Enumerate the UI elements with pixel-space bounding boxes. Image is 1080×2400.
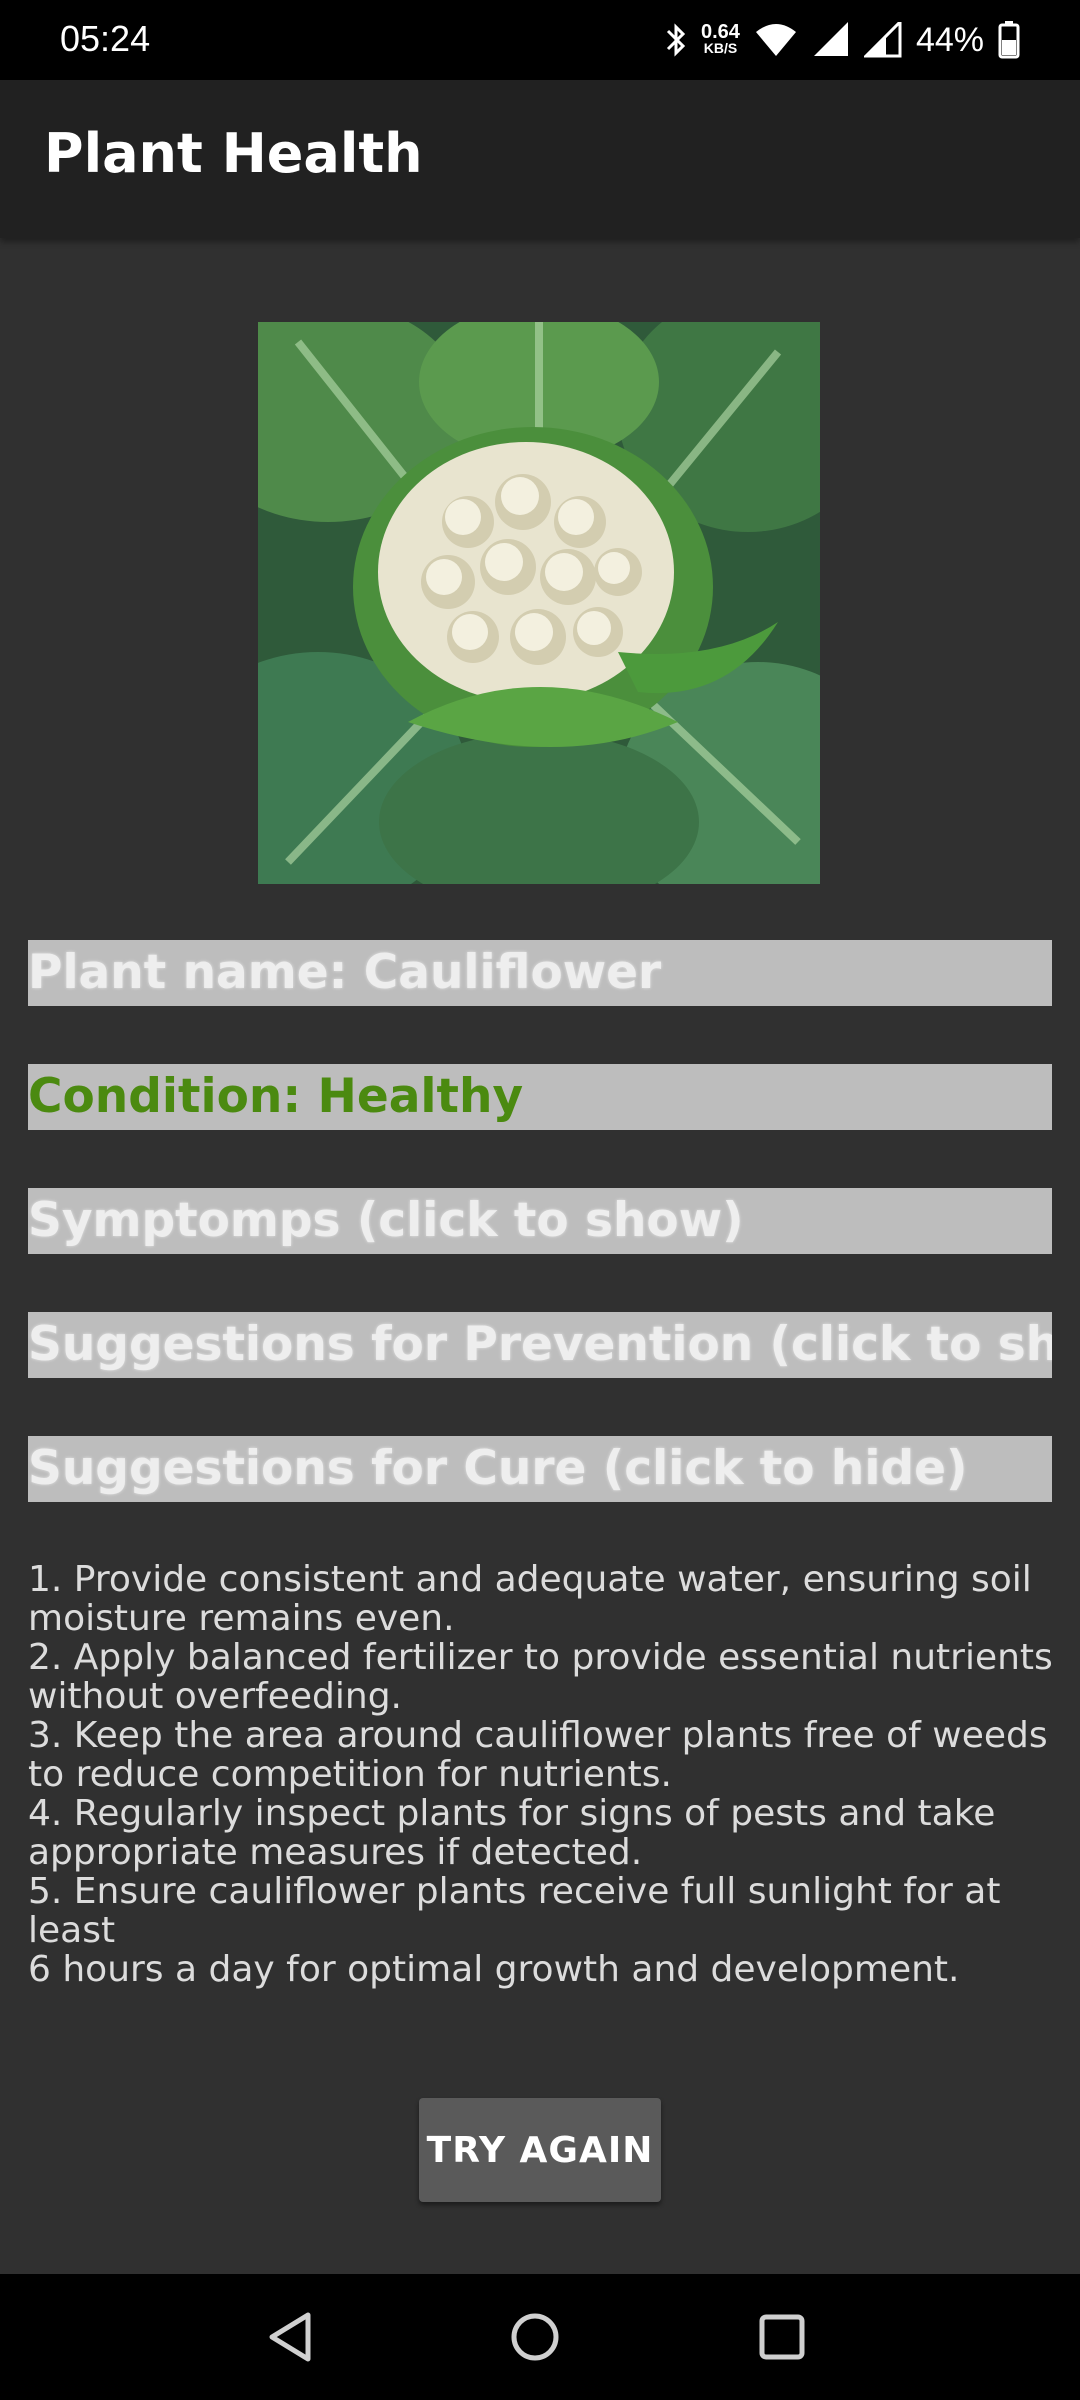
app-bar: Plant Health (0, 80, 1080, 238)
home-icon[interactable] (505, 2307, 565, 2367)
battery-icon (998, 21, 1020, 59)
condition-value: Healthy (317, 1069, 524, 1124)
network-speed-value: 0.64 (701, 21, 740, 43)
status-icons: 0.64 KB/S 44% (665, 14, 1020, 66)
signal-icon (813, 22, 848, 56)
status-time: 05:24 (60, 18, 151, 59)
condition-field: Condition: Healthy (28, 1064, 1052, 1130)
plant-name-field: Plant name: Cauliflower (28, 940, 1052, 1006)
prevention-toggle[interactable]: Suggestions for Prevention (click to sho… (28, 1312, 1052, 1378)
symptoms-toggle[interactable]: Symptomps (click to show) (28, 1188, 1052, 1254)
page-title: Plant Health (44, 122, 423, 185)
network-speed: 0.64 KB/S (701, 21, 740, 56)
back-icon[interactable] (260, 2307, 320, 2367)
plant-name-label: Plant name: (28, 945, 364, 1000)
bluetooth-icon (666, 23, 686, 57)
plant-photo (258, 322, 820, 884)
network-speed-unit: KB/S (703, 40, 738, 56)
try-again-button[interactable]: TRY AGAIN (419, 2098, 661, 2202)
condition-label: Condition: (28, 1069, 318, 1124)
cure-suggestions-text: 1. Provide consistent and adequate water… (28, 1559, 1053, 1990)
recents-icon[interactable] (752, 2307, 812, 2367)
signal-icon-2 (863, 22, 902, 58)
battery-percent: 44% (915, 20, 984, 59)
navigation-bar (0, 2274, 1080, 2400)
wifi-icon (755, 24, 796, 56)
plant-name-value: Cauliflower (363, 945, 662, 1000)
status-bar: 05:24 0.64 KB/S 44% (0, 0, 1080, 80)
cure-toggle[interactable]: Suggestions for Cure (click to hide) (28, 1436, 1052, 1502)
